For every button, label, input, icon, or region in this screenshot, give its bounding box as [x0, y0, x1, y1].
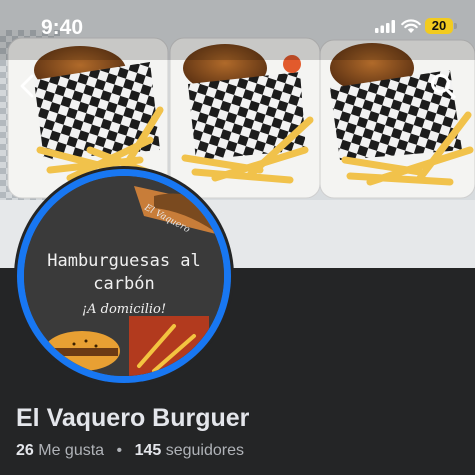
avatar-title-line1: Hamburguesas al	[47, 251, 201, 271]
likes-label[interactable]: Me gusta	[38, 442, 104, 459]
search-icon[interactable]	[429, 72, 457, 100]
page-stats: 26 Me gusta • 145 seguidores	[16, 442, 244, 460]
battery-icon: 20	[425, 18, 453, 34]
followers-count: 145	[134, 442, 162, 459]
avatar[interactable]: El Vaquero Hamburguesas al carbón ¡A dom…	[24, 176, 224, 376]
avatar-tagline: ¡A domicilio!	[81, 302, 167, 317]
status-bar: 9:40 20	[0, 0, 475, 50]
profile-picture[interactable]: El Vaquero Hamburguesas al carbón ¡A dom…	[14, 166, 234, 386]
wifi-icon	[401, 19, 421, 33]
chevron-left-icon[interactable]	[14, 72, 42, 100]
stats-separator: •	[116, 442, 123, 459]
page-title: El Vaquero Burguer	[16, 404, 250, 432]
battery-cap	[454, 23, 457, 29]
avatar-title-line2: carbón	[93, 274, 155, 294]
status-time: 9:40	[41, 16, 84, 39]
avatar-title: Hamburguesas al carbón	[24, 250, 224, 296]
likes-count: 26	[16, 442, 34, 459]
followers-label[interactable]: seguidores	[166, 442, 244, 459]
cellular-signal-icon	[375, 20, 395, 33]
